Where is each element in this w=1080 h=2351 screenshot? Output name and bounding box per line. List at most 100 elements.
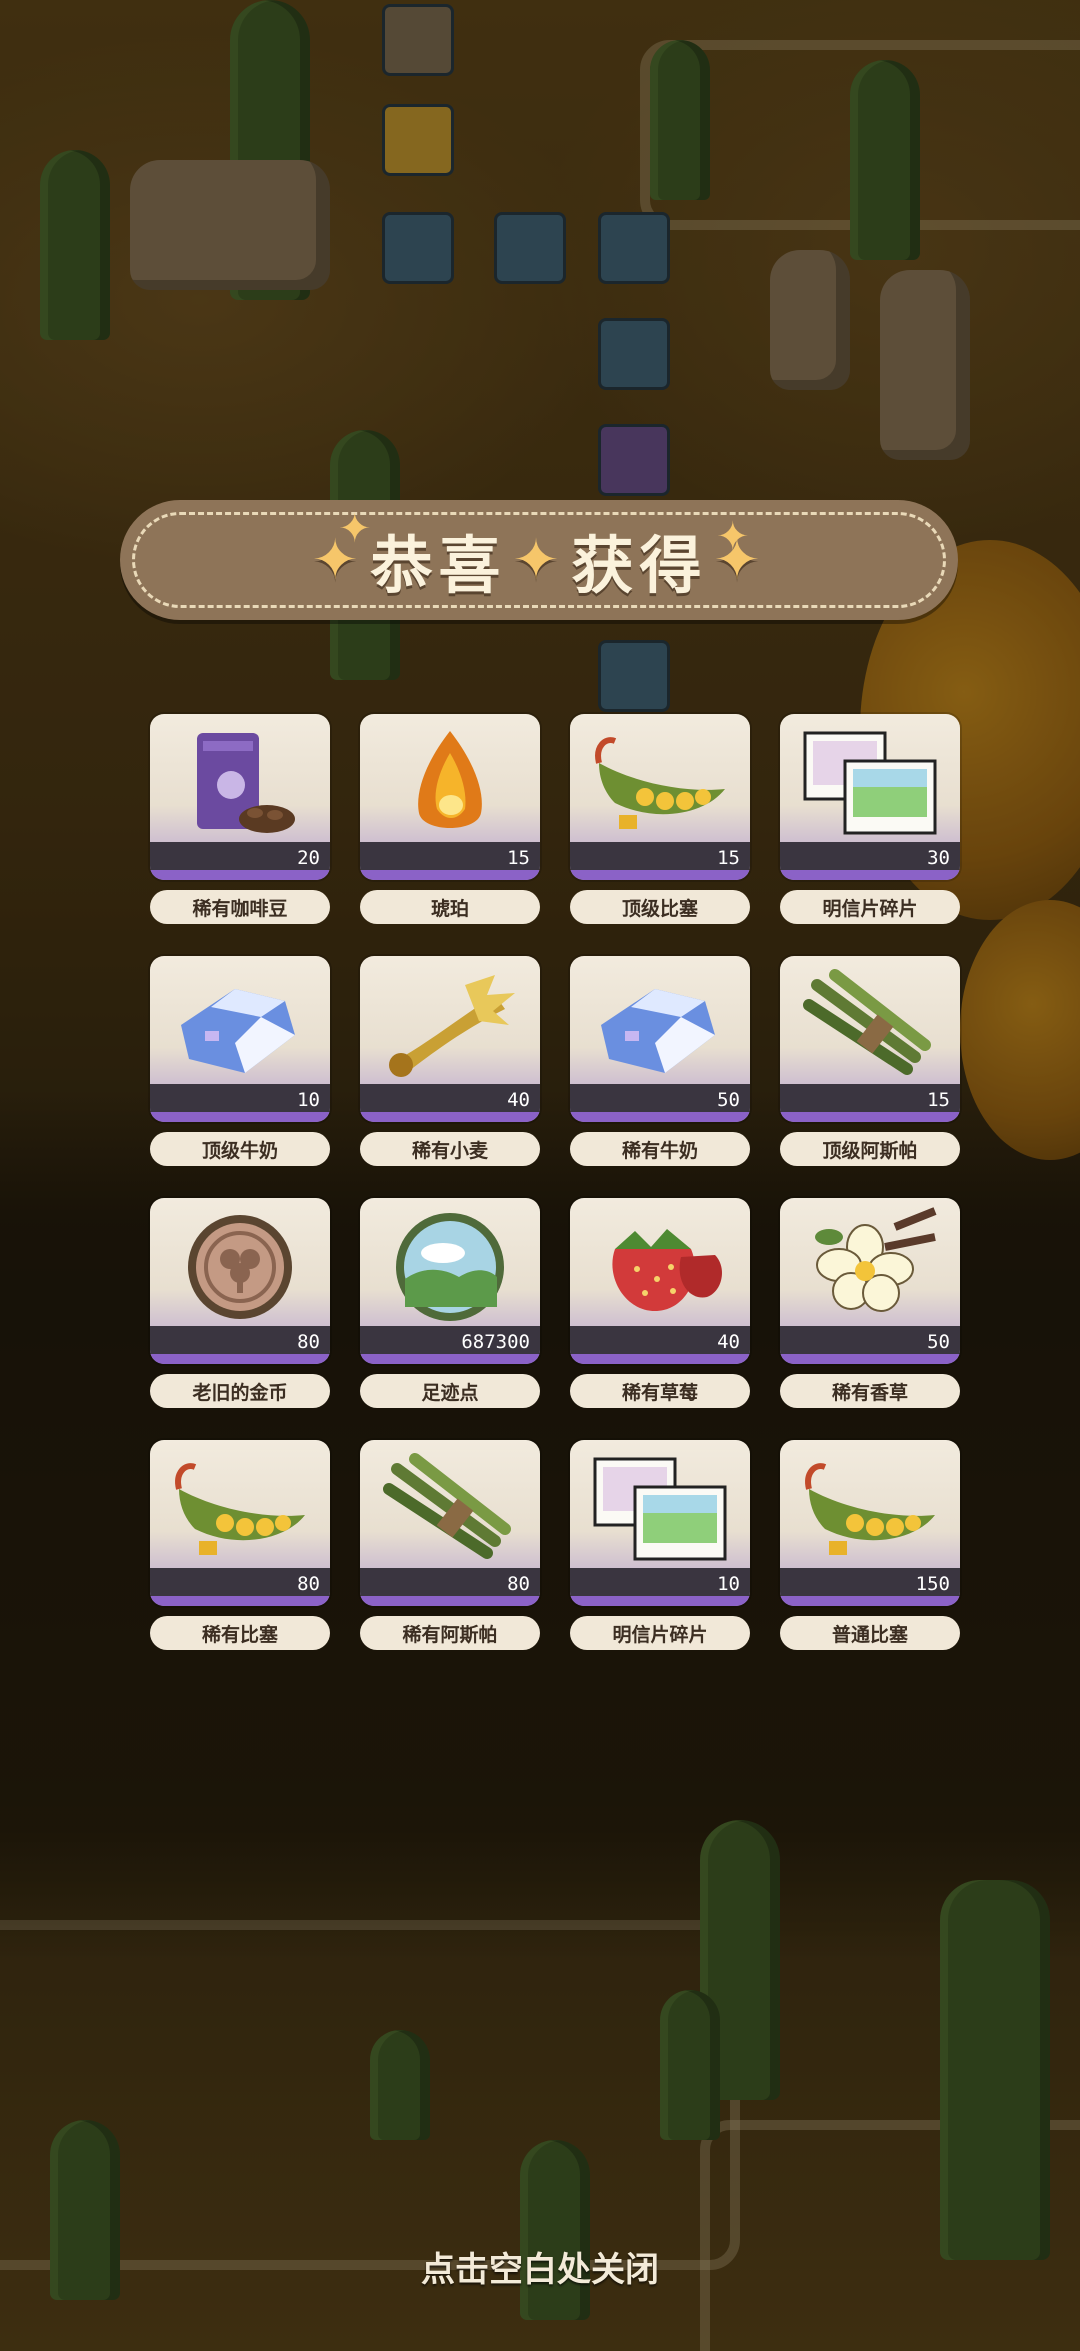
- game-background[interactable]: [0, 0, 1080, 2351]
- reward-card: 10: [150, 956, 330, 1122]
- bean-pod-icon: [150, 1440, 330, 1578]
- reward-item[interactable]: 15 顶级比塞: [570, 714, 750, 928]
- bean-pod-icon: [780, 1440, 960, 1578]
- reward-count: 40: [717, 1331, 740, 1353]
- reward-card: 30: [780, 714, 960, 880]
- reward-name: 稀有草莓: [570, 1374, 750, 1408]
- reward-item[interactable]: 80 稀有阿斯帕: [360, 1440, 540, 1654]
- banner-title-right: 获得: [571, 529, 708, 602]
- reward-item[interactable]: 50 稀有香草: [780, 1198, 960, 1412]
- rarity-accent: [360, 1112, 540, 1122]
- reward-card: 80: [360, 1440, 540, 1606]
- reward-count: 20: [297, 847, 320, 869]
- amber-icon: [360, 714, 540, 852]
- reward-count: 150: [915, 1573, 950, 1595]
- reward-item[interactable]: 80 老旧的金币: [150, 1198, 330, 1412]
- reward-count: 10: [297, 1089, 320, 1111]
- old-coin-icon: [150, 1198, 330, 1336]
- rarity-accent: [150, 1112, 330, 1122]
- sparkle-icon: ✦: [338, 506, 372, 552]
- reward-item[interactable]: 15 顶级阿斯帕: [780, 956, 960, 1170]
- rarity-accent: [570, 1596, 750, 1606]
- milk-carton-icon: [150, 956, 330, 1094]
- reward-count: 15: [507, 847, 530, 869]
- reward-card: 15: [780, 956, 960, 1122]
- reward-name: 顶级比塞: [570, 890, 750, 924]
- reward-item[interactable]: 40 稀有草莓: [570, 1198, 750, 1412]
- coffee-bean-bag-icon: [150, 714, 330, 852]
- reward-name: 老旧的金币: [150, 1374, 330, 1408]
- rarity-accent: [570, 1112, 750, 1122]
- reward-item[interactable]: 10 明信片碎片: [570, 1440, 750, 1654]
- reward-name: 普通比塞: [780, 1616, 960, 1650]
- reward-count: 687300: [461, 1331, 530, 1353]
- reward-item[interactable]: 20 稀有咖啡豆: [150, 714, 330, 928]
- reward-count: 80: [297, 1331, 320, 1353]
- reward-name: 足迹点: [360, 1374, 540, 1408]
- wheat-icon: [360, 956, 540, 1094]
- reward-card: 10: [570, 1440, 750, 1606]
- postcard-icon: [570, 1440, 750, 1578]
- reward-card: 80: [150, 1440, 330, 1606]
- milk-carton-icon: [570, 956, 750, 1094]
- reward-name: 稀有阿斯帕: [360, 1616, 540, 1650]
- asparagus-icon: [360, 1440, 540, 1578]
- rarity-accent: [150, 870, 330, 880]
- reward-item[interactable]: 10 顶级牛奶: [150, 956, 330, 1170]
- reward-item[interactable]: 150 普通比塞: [780, 1440, 960, 1654]
- reward-name: 稀有咖啡豆: [150, 890, 330, 924]
- reward-name: 顶级牛奶: [150, 1132, 330, 1166]
- reward-item[interactable]: 15 琥珀: [360, 714, 540, 928]
- reward-item[interactable]: 80 稀有比塞: [150, 1440, 330, 1654]
- reward-item[interactable]: 40 稀有小麦: [360, 956, 540, 1170]
- reward-count: 40: [507, 1089, 530, 1111]
- reward-item[interactable]: 30 明信片碎片: [780, 714, 960, 928]
- reward-name: 稀有牛奶: [570, 1132, 750, 1166]
- reward-card: 20: [150, 714, 330, 880]
- reward-card: 50: [780, 1198, 960, 1364]
- banner-title: ✦ 恭喜 ✦ 获得 ✦: [120, 500, 958, 620]
- reward-name: 明信片碎片: [780, 890, 960, 924]
- footprint-orb-icon: [360, 1198, 540, 1336]
- rarity-accent: [360, 1354, 540, 1364]
- tap-to-close-hint[interactable]: 点击空白处关闭: [0, 2242, 1080, 2291]
- rarity-accent: [570, 870, 750, 880]
- reward-name: 琥珀: [360, 890, 540, 924]
- reward-card: 80: [150, 1198, 330, 1364]
- reward-name: 稀有比塞: [150, 1616, 330, 1650]
- reward-count: 10: [717, 1573, 740, 1595]
- vanilla-flower-icon: [780, 1198, 960, 1336]
- rarity-accent: [780, 1354, 960, 1364]
- reward-count: 50: [717, 1089, 740, 1111]
- reward-card: 40: [360, 956, 540, 1122]
- congrats-banner: ✦ 恭喜 ✦ 获得 ✦ ✦ ✦: [120, 500, 958, 620]
- rarity-accent: [360, 1596, 540, 1606]
- rarity-accent: [570, 1354, 750, 1364]
- reward-count: 50: [927, 1331, 950, 1353]
- reward-count: 15: [927, 1089, 950, 1111]
- asparagus-icon: [780, 956, 960, 1094]
- reward-card: 15: [360, 714, 540, 880]
- postcard-icon: [780, 714, 960, 852]
- reward-name: 稀有香草: [780, 1374, 960, 1408]
- reward-item[interactable]: 50 稀有牛奶: [570, 956, 750, 1170]
- reward-card: 687300: [360, 1198, 540, 1364]
- reward-card: 150: [780, 1440, 960, 1606]
- rarity-accent: [150, 1354, 330, 1364]
- reward-card: 50: [570, 956, 750, 1122]
- sparkle-icon: ✦: [716, 514, 750, 560]
- banner-title-left: 恭喜: [370, 529, 507, 602]
- reward-count: 80: [297, 1573, 320, 1595]
- rarity-accent: [780, 1596, 960, 1606]
- modal-overlay: [0, 0, 1080, 2351]
- strawberry-icon: [570, 1198, 750, 1336]
- sparkle-icon: ✦: [512, 527, 566, 593]
- reward-count: 80: [507, 1573, 530, 1595]
- reward-card: 40: [570, 1198, 750, 1364]
- reward-count: 30: [927, 847, 950, 869]
- rarity-accent: [780, 870, 960, 880]
- reward-item[interactable]: 687300 足迹点: [360, 1198, 540, 1412]
- reward-name: 顶级阿斯帕: [780, 1132, 960, 1166]
- rarity-accent: [150, 1596, 330, 1606]
- rarity-accent: [780, 1112, 960, 1122]
